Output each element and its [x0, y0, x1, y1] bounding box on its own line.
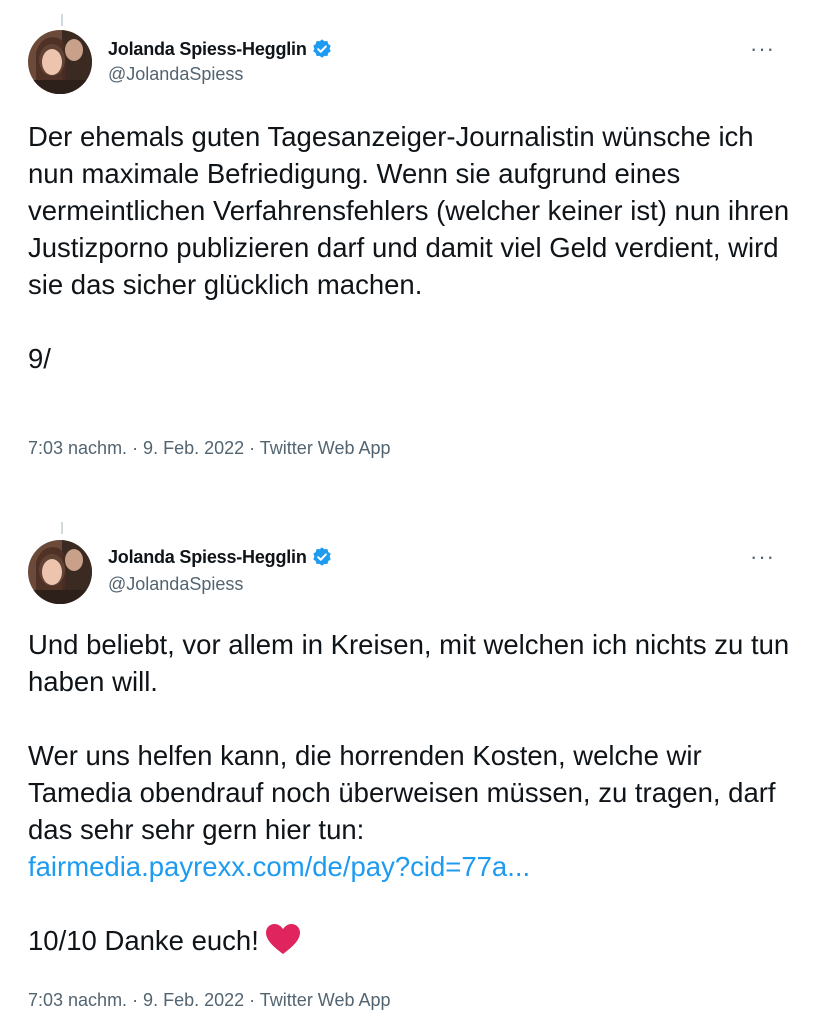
author-row: Jolanda Spiess-Hegglin — [108, 546, 333, 568]
verified-badge-icon — [311, 38, 333, 60]
author-row: Jolanda Spiess-Hegglin — [108, 38, 333, 60]
author-handle[interactable]: @JolandaSpiess — [108, 574, 243, 595]
avatar[interactable] — [28, 30, 92, 94]
more-options-icon[interactable]: ··· — [750, 38, 775, 60]
author-handle[interactable]: @JolandaSpiess — [108, 64, 243, 85]
tweet-paragraph: Der ehemals guten Tagesanzeiger-Journali… — [28, 121, 790, 300]
thread-connector — [61, 522, 63, 534]
verified-badge-icon — [311, 546, 333, 568]
author-name[interactable]: Jolanda Spiess-Hegglin — [108, 39, 307, 60]
tweet-closing-text: 10/10 Danke euch! — [28, 925, 259, 956]
tweet-closing-line: 10/10 Danke euch! — [28, 922, 803, 959]
avatar[interactable] — [28, 540, 92, 604]
tweet-link-line: fairmedia.payrexx.com/de/pay?cid=77a... — [28, 848, 803, 885]
more-options-icon[interactable]: ··· — [750, 546, 775, 568]
tweet-timestamp[interactable]: 7:03 nachm. · 9. Feb. 2022 · Twitter Web… — [28, 438, 391, 459]
tweet-timestamp[interactable]: 7:03 nachm. · 9. Feb. 2022 · Twitter Web… — [28, 990, 391, 1011]
tweet-text: Der ehemals guten Tagesanzeiger-Journali… — [28, 118, 803, 377]
tweet-text: Und beliebt, vor allem in Kreisen, mit w… — [28, 626, 803, 959]
thread-connector — [61, 14, 63, 26]
tweet-paragraph: Wer uns helfen kann, die horrenden Koste… — [28, 740, 776, 845]
author-name[interactable]: Jolanda Spiess-Hegglin — [108, 547, 307, 568]
tweet-paragraph: Und beliebt, vor allem in Kreisen, mit w… — [28, 629, 790, 697]
tweet-link[interactable]: fairmedia.payrexx.com/de/pay?cid=77a... — [28, 851, 530, 882]
red-heart-emoji-icon — [265, 923, 301, 955]
tweet-paragraph: 9/ — [28, 343, 51, 374]
